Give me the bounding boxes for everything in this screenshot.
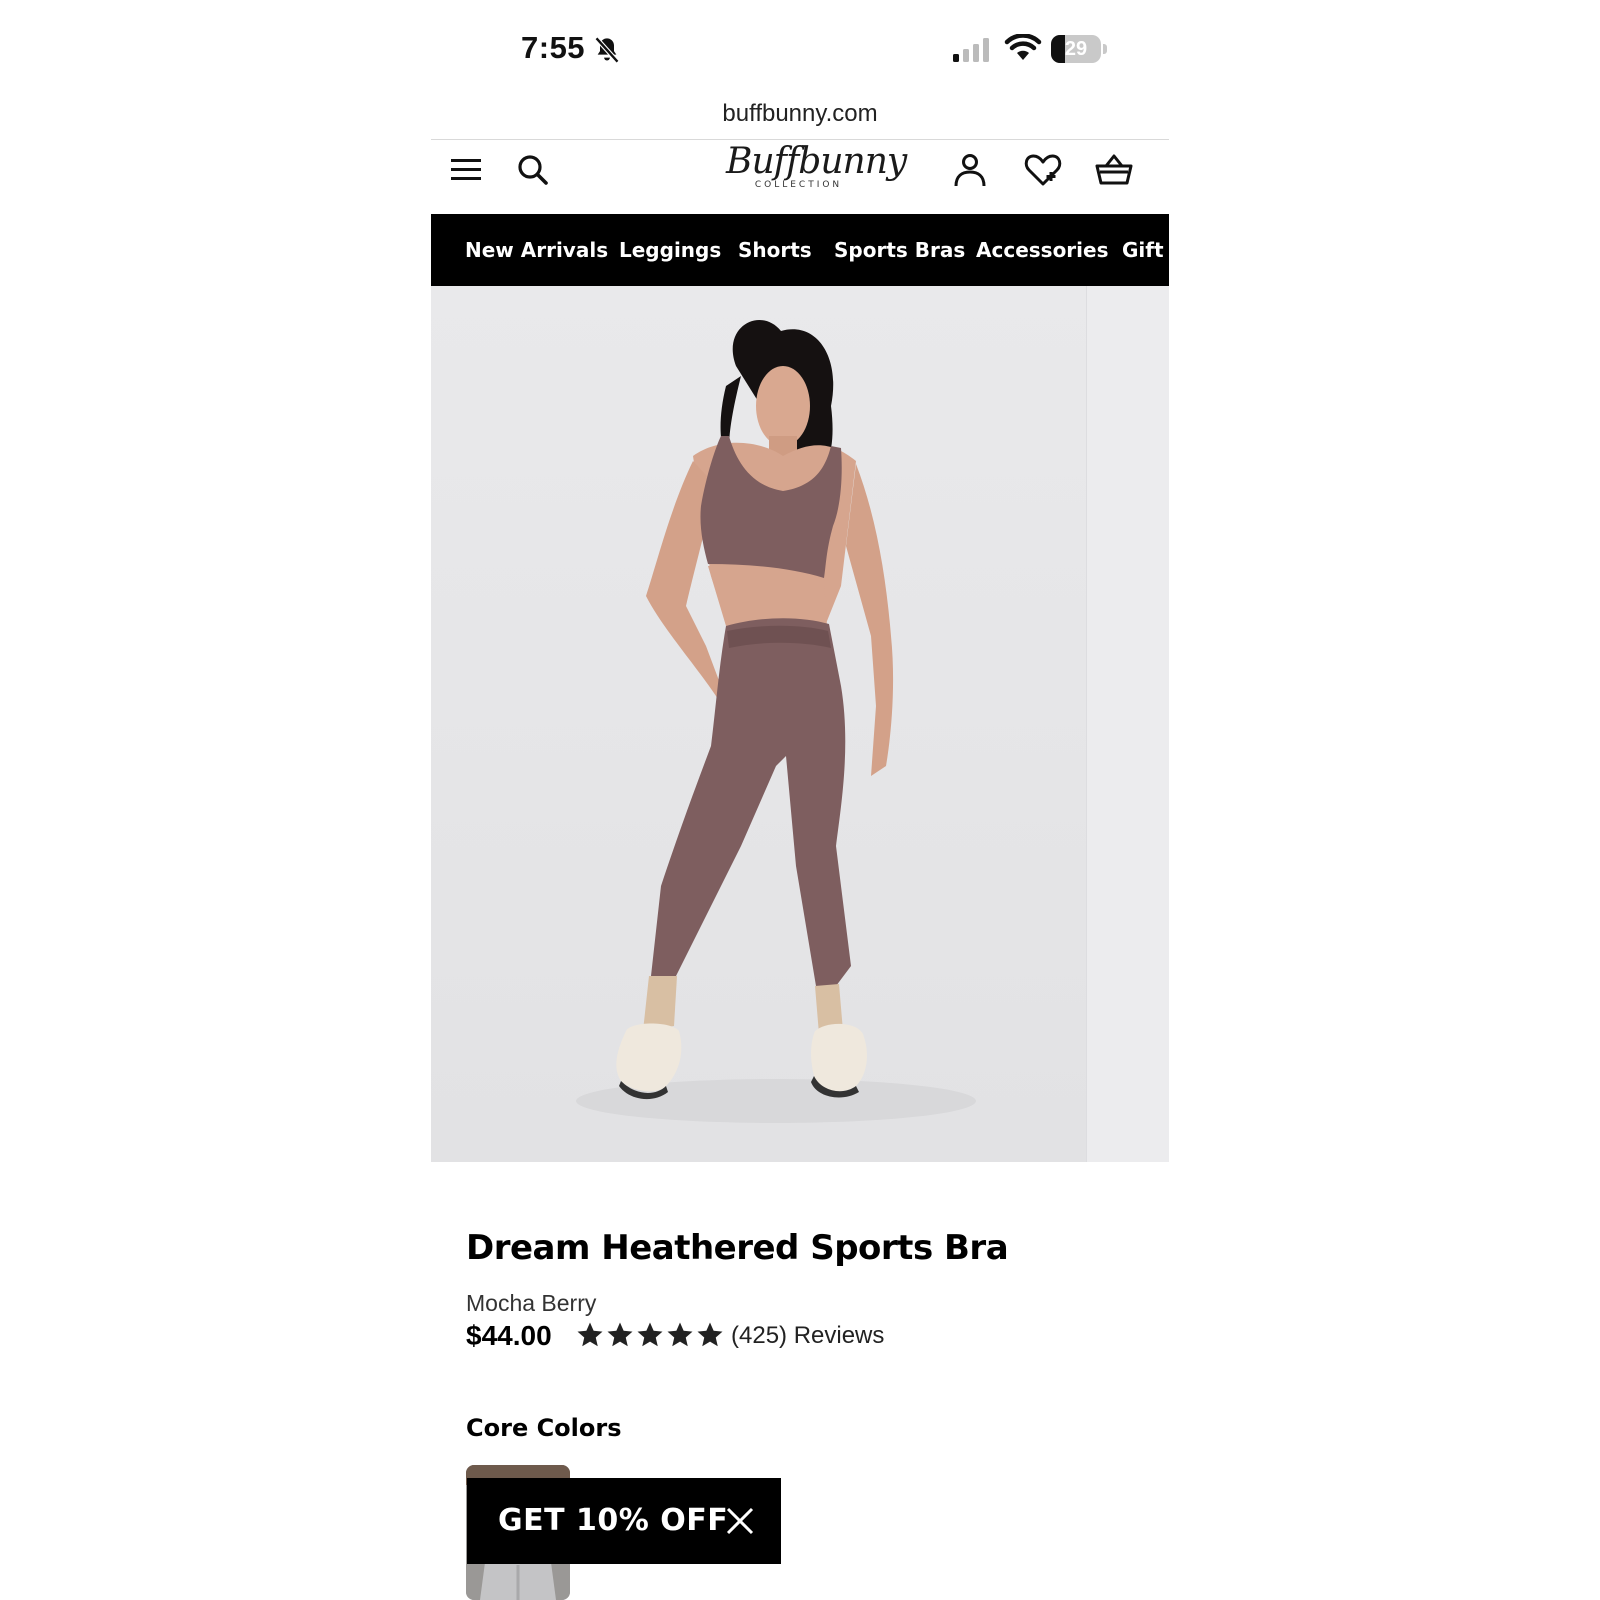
next-image-peek[interactable] bbox=[1086, 286, 1169, 1162]
wifi-icon bbox=[1004, 34, 1042, 60]
brand-logo[interactable]: Buffbunny COLLECTION bbox=[726, 140, 907, 200]
close-icon[interactable] bbox=[725, 1506, 755, 1536]
star-icon bbox=[667, 1322, 693, 1347]
cart-icon[interactable] bbox=[1092, 148, 1136, 192]
star-icon bbox=[577, 1322, 603, 1347]
nav-leggings[interactable]: Leggings bbox=[619, 214, 721, 286]
reviews-link[interactable]: (425) Reviews bbox=[731, 1322, 884, 1350]
wishlist-icon[interactable] bbox=[1021, 148, 1065, 192]
core-colors-heading: Core Colors bbox=[466, 1414, 622, 1442]
star-icon bbox=[697, 1322, 723, 1347]
discount-popup[interactable]: GET 10% OFF bbox=[467, 1478, 781, 1564]
site-header: Buffbunny COLLECTION bbox=[431, 140, 1169, 214]
nav-new-arrivals[interactable]: New Arrivals bbox=[465, 214, 608, 286]
product-color-name: Mocha Berry bbox=[466, 1290, 597, 1316]
rating-stars[interactable] bbox=[575, 1320, 725, 1354]
star-icon bbox=[637, 1322, 663, 1347]
search-icon[interactable] bbox=[511, 148, 555, 192]
product-image[interactable] bbox=[431, 286, 1169, 1162]
battery-icon: 29 bbox=[1051, 35, 1107, 63]
nav-gift-cards[interactable]: Gift C bbox=[1122, 214, 1169, 286]
model-photo bbox=[431, 286, 1086, 1162]
address-bar[interactable]: buffbunny.com bbox=[431, 96, 1169, 140]
product-price: $44.00 bbox=[466, 1320, 552, 1351]
menu-icon[interactable] bbox=[443, 148, 487, 192]
cellular-signal-icon bbox=[953, 38, 989, 62]
account-icon[interactable] bbox=[948, 148, 992, 192]
category-nav: New Arrivals Leggings Shorts Sports Bras… bbox=[431, 214, 1169, 286]
nav-shorts[interactable]: Shorts bbox=[738, 214, 812, 286]
nav-accessories[interactable]: Accessories bbox=[976, 214, 1109, 286]
star-icon bbox=[607, 1322, 633, 1347]
status-bar: 7:55 29 bbox=[431, 0, 1169, 100]
battery-percentage: 29 bbox=[1064, 38, 1088, 60]
promo-label[interactable]: GET 10% OFF bbox=[498, 1478, 728, 1564]
nav-sports-bras[interactable]: Sports Bras bbox=[834, 214, 965, 286]
bell-slash-icon bbox=[594, 36, 620, 64]
logo-wordmark: Buffbunny bbox=[726, 141, 907, 182]
phone-screen: 7:55 29 buffbunny.com Buffbunny COLLECTI… bbox=[431, 0, 1169, 1600]
product-title: Dream Heathered Sports Bra bbox=[466, 1228, 1009, 1268]
status-time: 7:55 bbox=[521, 30, 586, 65]
